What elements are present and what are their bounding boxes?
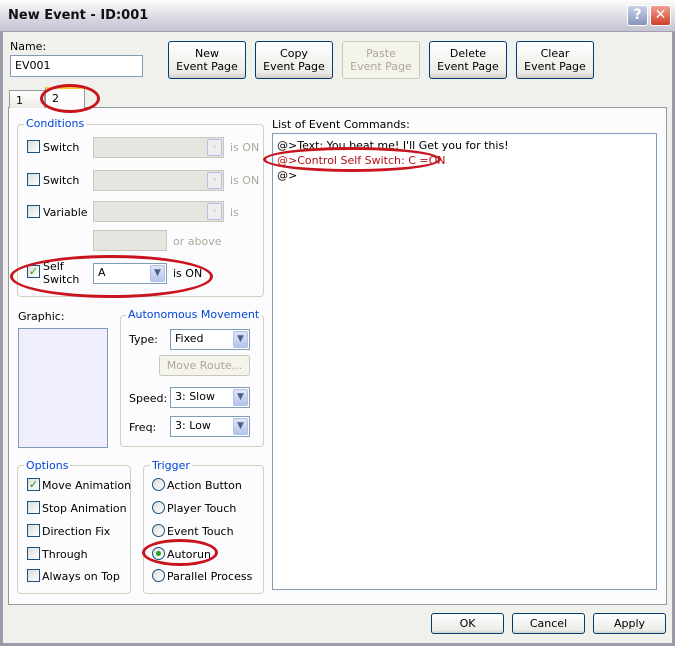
parallel-process-radio[interactable] (152, 569, 165, 582)
graphic-preview[interactable] (18, 328, 108, 448)
direction-fix-label: Direction Fix (42, 525, 111, 538)
freq-value: 3: Low (175, 419, 211, 432)
switch1-checkbox[interactable] (27, 140, 40, 153)
switch2-label: Switch (43, 174, 80, 187)
chevron-down-icon: ▼ (233, 418, 248, 435)
self-switch-checkbox[interactable]: ✓ (27, 265, 40, 278)
player-touch-label: Player Touch (167, 502, 237, 515)
parallel-process-label: Parallel Process (167, 570, 253, 583)
type-label: Type: (129, 333, 158, 346)
apply-button[interactable]: Apply (593, 613, 666, 634)
chevron-down-icon: ▼ (150, 265, 165, 282)
clear-event-page-button[interactable]: Clear Event Page (516, 41, 594, 79)
action-button-label: Action Button (167, 479, 242, 492)
help-button[interactable]: ? (627, 5, 648, 26)
delete-event-page-button[interactable]: Delete Event Page (429, 41, 507, 79)
speed-label: Speed: (129, 392, 168, 405)
self-switch-label: Self Switch (43, 260, 80, 286)
copy-event-page-button[interactable]: Copy Event Page (255, 41, 333, 79)
switch1-suffix: is ON (230, 141, 260, 154)
event-touch-label: Event Touch (167, 525, 234, 538)
commands-label: List of Event Commands: (272, 118, 410, 131)
ok-button[interactable]: OK (431, 613, 504, 634)
trigger-title: Trigger (150, 459, 192, 472)
conditions-title: Conditions (24, 117, 87, 130)
switch1-label: Switch (43, 141, 80, 154)
tab-page-2[interactable]: 2 (45, 87, 85, 108)
command-line[interactable]: @>Control Self Switch: C =ON (277, 153, 652, 168)
direction-fix-checkbox[interactable] (27, 524, 40, 537)
speed-value: 3: Slow (175, 390, 215, 403)
self-switch-value: A (98, 266, 106, 279)
switch2-checkbox[interactable] (27, 173, 40, 186)
speed-select[interactable]: 3: Slow ▼ (170, 387, 250, 408)
player-touch-radio[interactable] (152, 501, 165, 514)
move-route-button[interactable]: Move Route... (159, 355, 250, 376)
stop-animation-checkbox[interactable] (27, 501, 40, 514)
options-title: Options (24, 459, 71, 472)
name-input[interactable]: EV001 (10, 55, 143, 77)
variable-checkbox[interactable] (27, 205, 40, 218)
variable-suffix: is (230, 206, 239, 219)
or-above-label: or above (173, 235, 222, 248)
autorun-radio[interactable] (152, 547, 165, 560)
move-animation-checkbox[interactable]: ✓ (27, 478, 40, 491)
stop-animation-label: Stop Animation (42, 502, 127, 515)
through-checkbox[interactable] (27, 547, 40, 560)
self-switch-suffix: is ON (173, 267, 203, 280)
event-touch-radio[interactable] (152, 524, 165, 537)
event-commands-list[interactable]: @>Text: You beat me! I'll Get you for th… (272, 133, 657, 590)
autorun-label: Autorun (167, 548, 212, 561)
new-event-page-button[interactable]: New Event Page (168, 41, 246, 79)
tab-page-1[interactable]: 1 (9, 90, 45, 108)
movement-title: Autonomous Movement (126, 308, 262, 321)
chevron-down-icon: ▼ (233, 389, 248, 406)
close-button[interactable]: ✕ (650, 5, 671, 26)
paste-event-page-button[interactable]: Paste Event Page (342, 41, 420, 79)
command-line[interactable]: @> (277, 168, 652, 183)
command-line[interactable]: @>Text: You beat me! I'll Get you for th… (277, 138, 652, 153)
variable-label: Variable (43, 206, 88, 219)
freq-label: Freq: (129, 421, 157, 434)
switch2-field[interactable]: › (93, 170, 224, 191)
cancel-button[interactable]: Cancel (512, 613, 585, 634)
switch1-field[interactable]: › (93, 137, 224, 158)
chevron-down-icon: ▼ (233, 331, 248, 348)
move-animation-label: Move Animation (42, 479, 132, 492)
action-button-radio[interactable] (152, 478, 165, 491)
always-on-top-checkbox[interactable] (27, 569, 40, 582)
type-value: Fixed (175, 332, 204, 345)
type-select[interactable]: Fixed ▼ (170, 329, 250, 350)
graphic-label: Graphic: (18, 310, 65, 323)
through-label: Through (42, 548, 88, 561)
switch2-suffix: is ON (230, 174, 260, 187)
always-on-top-label: Always on Top (42, 570, 120, 583)
freq-select[interactable]: 3: Low ▼ (170, 416, 250, 437)
window-title: New Event - ID:001 (8, 8, 149, 23)
variable-value-spinner[interactable] (93, 230, 167, 251)
name-label: Name: (10, 40, 47, 53)
self-switch-select[interactable]: A ▼ (93, 263, 167, 284)
variable-field[interactable]: › (93, 201, 224, 222)
